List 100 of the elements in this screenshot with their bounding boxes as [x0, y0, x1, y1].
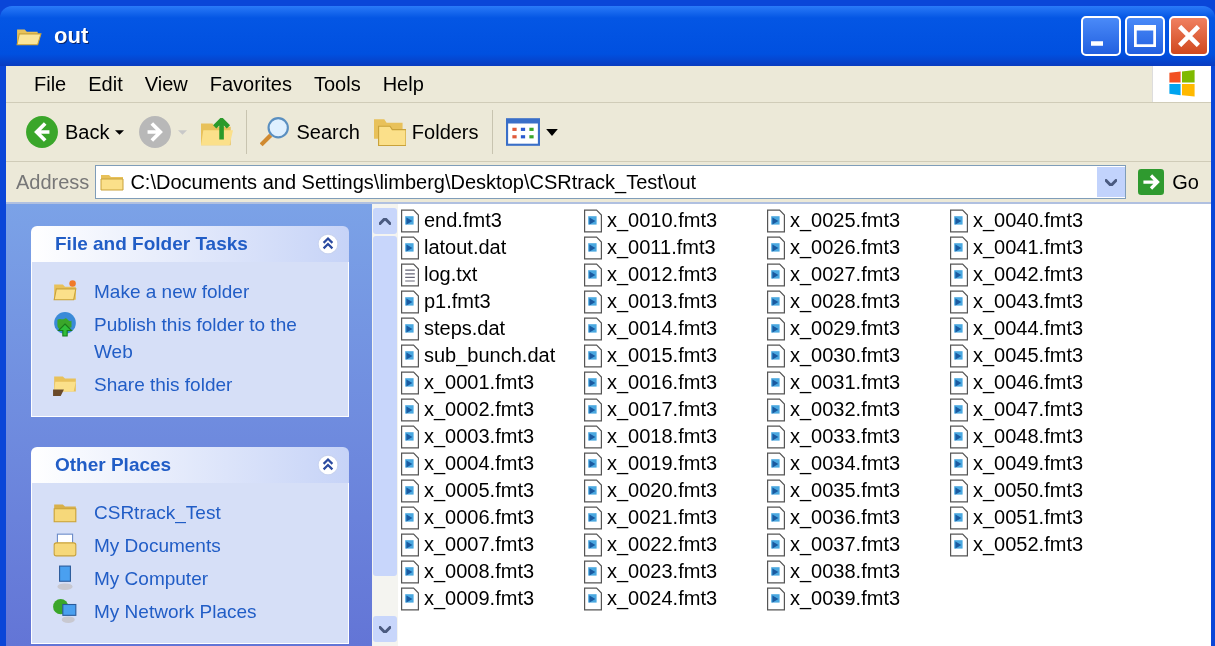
file-name[interactable]: x_0013.fmt3 [607, 290, 718, 313]
file-name[interactable]: latout.dat [424, 236, 507, 259]
file-name[interactable]: x_0003.fmt3 [424, 425, 535, 448]
file-name[interactable]: x_0002.fmt3 [424, 398, 535, 421]
file-name[interactable]: x_0047.fmt3 [973, 398, 1084, 421]
file-name[interactable]: x_0022.fmt3 [607, 533, 718, 556]
file-name[interactable]: x_0048.fmt3 [973, 425, 1084, 448]
file-name[interactable]: x_0017.fmt3 [607, 398, 718, 421]
minimize-button[interactable] [1081, 16, 1121, 56]
task-link[interactable]: Publish this folder to the Web [94, 311, 324, 365]
file-name[interactable]: steps.dat [424, 317, 506, 340]
file-name[interactable]: x_0028.fmt3 [790, 290, 901, 313]
file-name[interactable]: x_0032.fmt3 [790, 398, 901, 421]
scroll-up-button[interactable] [373, 208, 397, 234]
folders-button[interactable]: Folders [368, 116, 484, 148]
file-name[interactable]: x_0008.fmt3 [424, 560, 535, 583]
document-icon [583, 559, 603, 584]
menu-item[interactable]: View [136, 70, 196, 98]
document-icon [949, 505, 969, 530]
document-icon [583, 478, 603, 503]
file-name[interactable]: x_0023.fmt3 [607, 560, 718, 583]
file-name[interactable]: x_0038.fmt3 [790, 560, 901, 583]
menu-item[interactable]: Favorites [201, 70, 300, 98]
file-name[interactable]: x_0045.fmt3 [973, 344, 1084, 367]
file-name[interactable]: x_0018.fmt3 [607, 425, 718, 448]
scrollbar[interactable] [372, 204, 398, 646]
file-name[interactable]: x_0021.fmt3 [607, 506, 718, 529]
document-icon [949, 208, 969, 233]
file-name[interactable]: x_0051.fmt3 [973, 506, 1084, 529]
file-name[interactable]: x_0029.fmt3 [790, 317, 901, 340]
file-name[interactable]: x_0009.fmt3 [424, 587, 535, 610]
file-name[interactable]: x_0036.fmt3 [790, 506, 901, 529]
file-name[interactable]: x_0052.fmt3 [973, 533, 1084, 556]
file-name[interactable]: x_0026.fmt3 [790, 236, 901, 259]
file-name[interactable]: x_0050.fmt3 [973, 479, 1084, 502]
document-icon [949, 235, 969, 260]
documents-icon [52, 532, 78, 558]
task-link[interactable]: Make a new folder [94, 278, 250, 305]
file-name[interactable]: log.txt [424, 263, 478, 286]
file-name[interactable]: x_0030.fmt3 [790, 344, 901, 367]
menu-item[interactable]: Tools [305, 70, 369, 98]
maximize-button[interactable] [1125, 16, 1165, 56]
file-name[interactable]: x_0041.fmt3 [973, 236, 1084, 259]
file-name[interactable]: x_0034.fmt3 [790, 452, 901, 475]
file-name[interactable]: x_0035.fmt3 [790, 479, 901, 502]
task-link[interactable]: My Network Places [94, 598, 257, 625]
file-name[interactable]: x_0042.fmt3 [973, 263, 1084, 286]
dropdown-button[interactable] [1097, 167, 1126, 197]
file-name[interactable]: x_0024.fmt3 [607, 587, 718, 610]
file-name[interactable]: p1.fmt3 [424, 290, 491, 313]
menu-item[interactable]: Help [374, 70, 432, 98]
task-link[interactable]: Share this folder [94, 371, 233, 398]
collapse-icon[interactable] [317, 233, 339, 255]
file-name[interactable]: x_0006.fmt3 [424, 506, 535, 529]
task-link[interactable]: CSRtrack_Test [94, 499, 221, 526]
up-folder-icon [201, 118, 234, 146]
collapse-icon[interactable] [317, 454, 339, 476]
file-name[interactable]: x_0010.fmt3 [607, 209, 718, 232]
file-name[interactable]: x_0015.fmt3 [607, 344, 718, 367]
go-button[interactable]: Go [1132, 169, 1205, 195]
file-name[interactable]: x_0012.fmt3 [607, 263, 718, 286]
file-name[interactable]: x_0025.fmt3 [790, 209, 901, 232]
file-name[interactable]: x_0033.fmt3 [790, 425, 901, 448]
file-name[interactable]: x_0046.fmt3 [973, 371, 1084, 394]
panel-header[interactable]: Other Places [31, 447, 349, 483]
file-name[interactable]: x_0011.fmt3 [607, 236, 716, 259]
document-icon [949, 289, 969, 314]
file-name[interactable]: x_0005.fmt3 [424, 479, 535, 502]
task-link[interactable]: My Documents [94, 532, 221, 559]
menu-item[interactable]: Edit [80, 70, 131, 98]
file-name[interactable]: x_0037.fmt3 [790, 533, 901, 556]
document-icon [949, 532, 969, 557]
address-field[interactable]: C:\Documents and Settings\limberg\Desktop\CSRtrack_Test\out [95, 165, 1127, 199]
file-name[interactable]: x_0027.fmt3 [790, 263, 901, 286]
views-icon [505, 118, 540, 146]
file-name[interactable]: x_0040.fmt3 [973, 209, 1084, 232]
task-link[interactable]: My Computer [94, 565, 209, 592]
panel-header[interactable]: File and Folder Tasks [31, 226, 349, 262]
file-name[interactable]: x_0004.fmt3 [424, 452, 535, 475]
document-icon [583, 343, 603, 368]
file-name[interactable]: x_0014.fmt3 [607, 317, 718, 340]
scroll-down-button[interactable] [373, 616, 397, 642]
back-button[interactable]: Back [20, 113, 130, 151]
close-button[interactable] [1169, 16, 1209, 56]
file-name[interactable]: x_0001.fmt3 [424, 371, 535, 394]
search-button[interactable]: Search [255, 115, 365, 149]
file-name[interactable]: x_0031.fmt3 [790, 371, 901, 394]
file-name[interactable]: x_0044.fmt3 [973, 317, 1084, 340]
file-name[interactable]: x_0039.fmt3 [790, 587, 901, 610]
menu-item[interactable]: File [26, 70, 75, 98]
file-name[interactable]: sub_bunch.dat [424, 344, 556, 367]
file-name[interactable]: end.fmt3 [424, 209, 502, 232]
scroll-thumb[interactable] [373, 236, 397, 576]
file-name[interactable]: x_0019.fmt3 [607, 452, 718, 475]
file-name[interactable]: x_0049.fmt3 [973, 452, 1084, 475]
file-name[interactable]: x_0007.fmt3 [424, 533, 535, 556]
caret-icon [178, 129, 188, 135]
file-name[interactable]: x_0043.fmt3 [973, 290, 1084, 313]
file-name[interactable]: x_0020.fmt3 [607, 479, 718, 502]
file-name[interactable]: x_0016.fmt3 [607, 371, 718, 394]
